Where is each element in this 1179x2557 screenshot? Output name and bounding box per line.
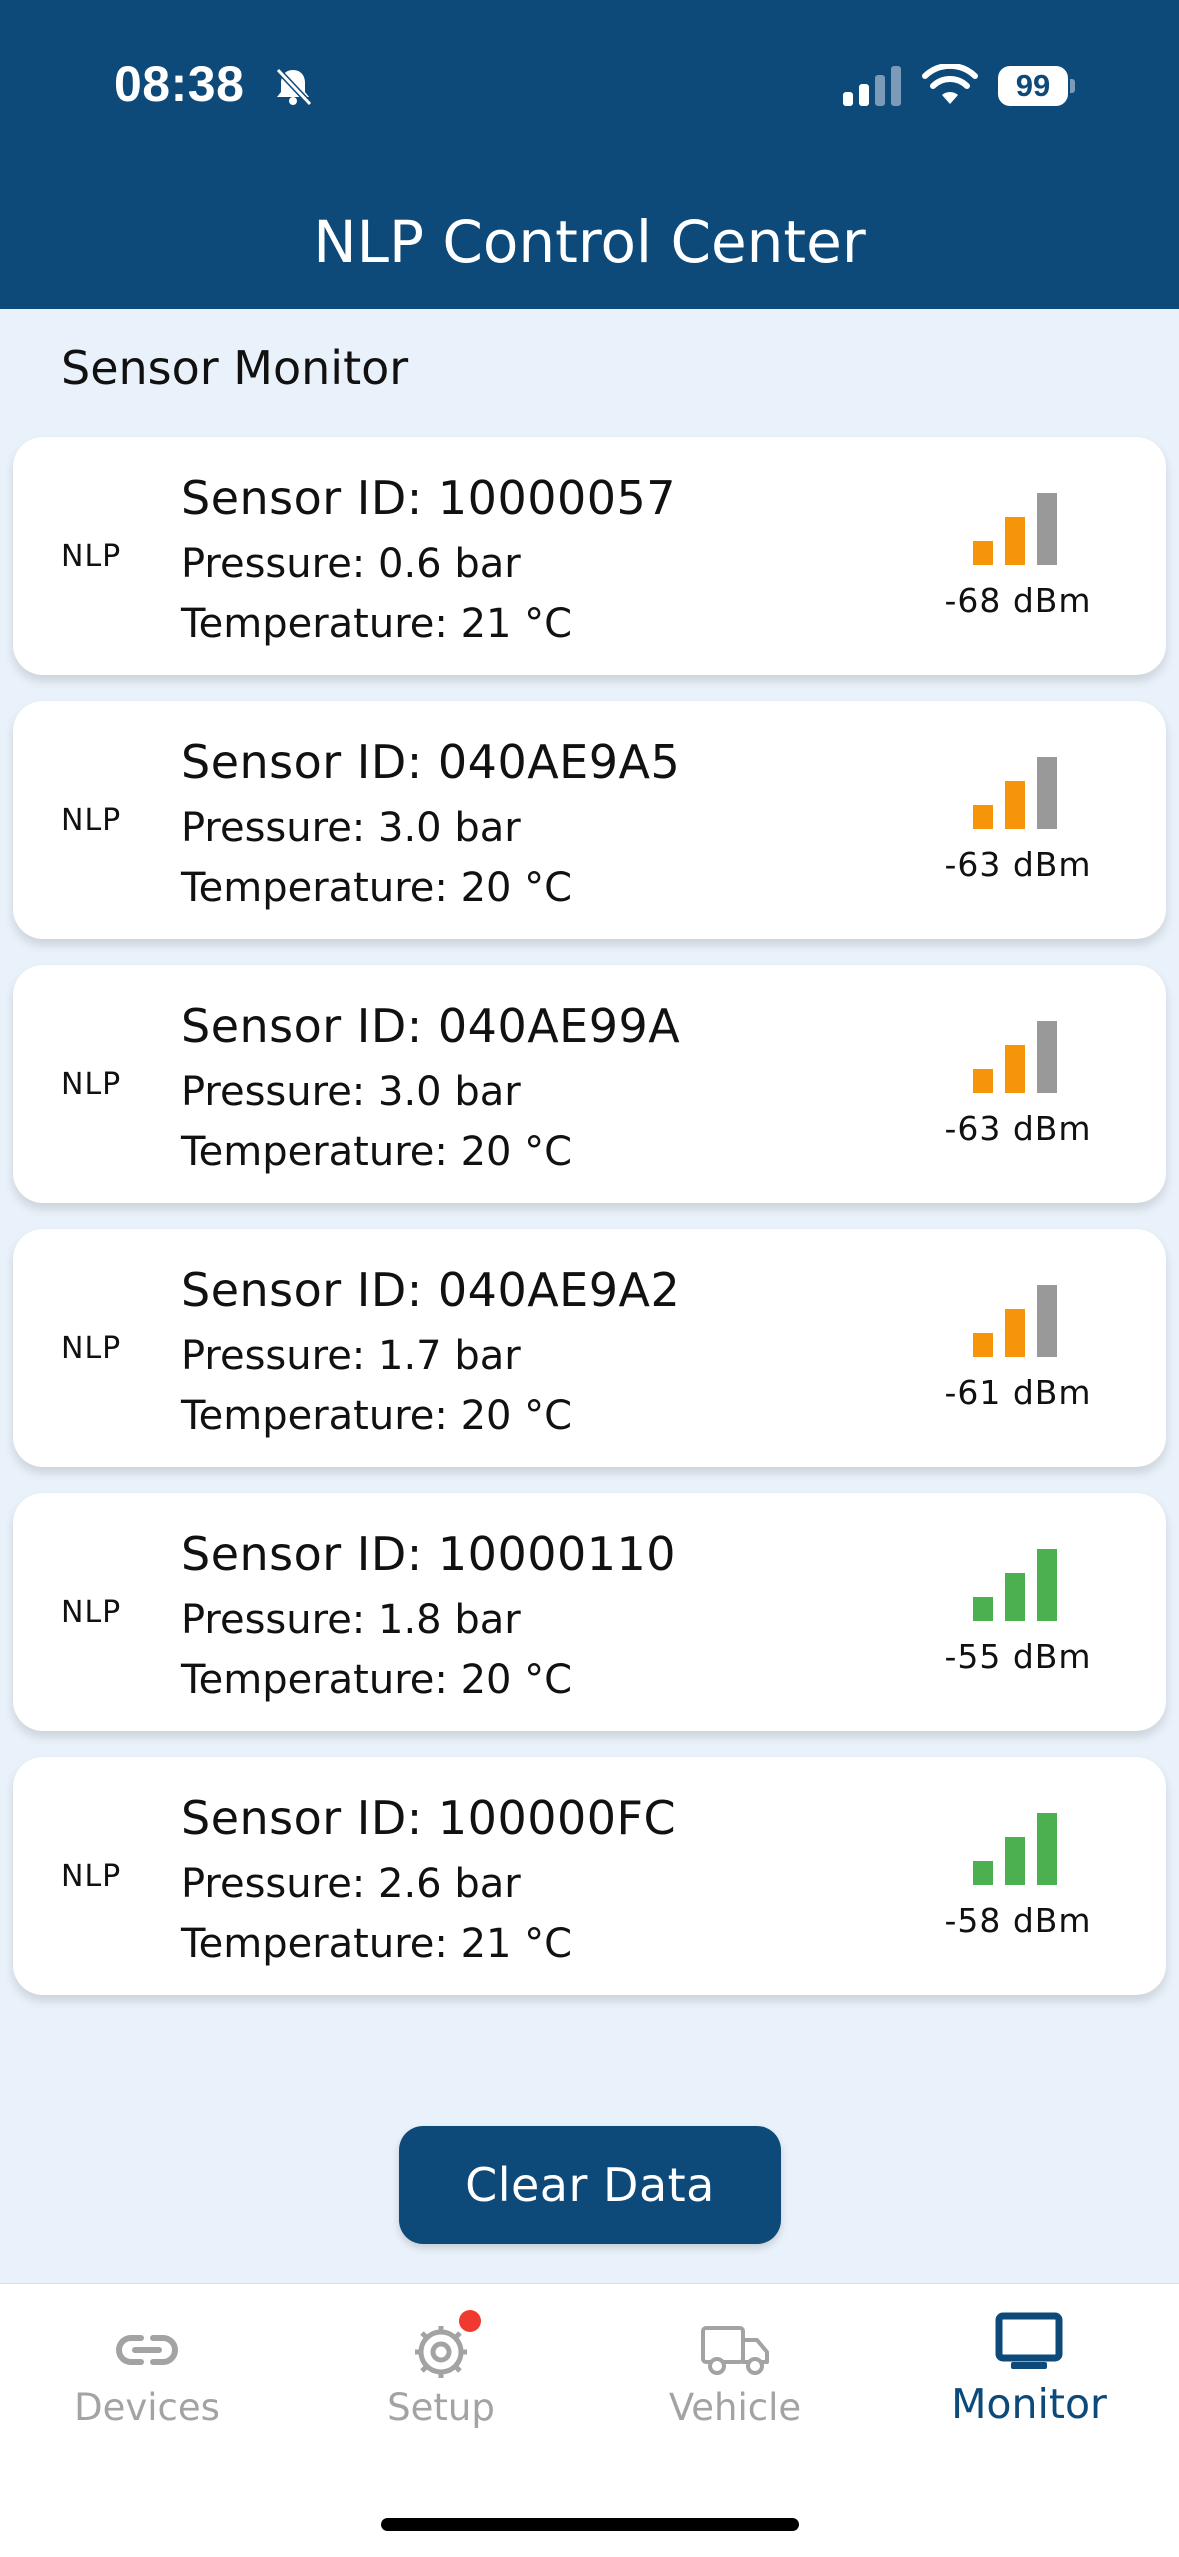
sensor-pressure: Pressure: 3.0 bar: [181, 1069, 521, 1115]
signal-bar: [1005, 517, 1025, 565]
sensor-card[interactable]: NLP Sensor ID: 040AE9A2 Pressure: 1.7 bar T…: [13, 1229, 1166, 1467]
sensor-card[interactable]: NLP Sensor ID: 040AE9A5 Pressure: 3.0 bar T…: [13, 701, 1166, 939]
sensor-temperature: Temperature: 20 °C: [181, 1129, 573, 1175]
section-title: Sensor Monitor: [61, 341, 409, 395]
tab-label: Devices: [74, 2386, 220, 2429]
link-icon: [116, 2335, 178, 2365]
monitor-icon: [995, 2312, 1063, 2369]
sensor-temperature: Temperature: 20 °C: [181, 1657, 573, 1703]
signal-bar: [1037, 757, 1057, 829]
signal-bar: [1005, 1837, 1025, 1885]
status-time: 08:38: [114, 56, 245, 112]
sensor-temperature: Temperature: 21 °C: [181, 1921, 573, 1967]
signal-bar: [1005, 1573, 1025, 1621]
home-indicator: [381, 2518, 799, 2531]
sensor-id: Sensor ID: 10000110: [181, 1527, 677, 1581]
bottom-tab-bar: Devices Setup Vehicle Monitor: [0, 2283, 1179, 2557]
signal-bars-icon: [973, 1813, 1057, 1885]
signal-strength: -68 dBm: [944, 581, 1092, 620]
sensor-card[interactable]: NLP Sensor ID: 10000057 Pressure: 0.6 bar T…: [13, 437, 1166, 675]
sensor-id: Sensor ID: 100000FC: [181, 1791, 677, 1845]
battery-level: 99: [998, 66, 1068, 106]
sensor-id: Sensor ID: 040AE9A2: [181, 1263, 681, 1317]
sensor-id: Sensor ID: 040AE9A5: [181, 735, 681, 789]
tab-devices[interactable]: Devices: [0, 2284, 294, 2484]
clear-data-button[interactable]: Clear Data: [399, 2126, 781, 2244]
battery-indicator: 99: [998, 66, 1075, 106]
signal-bar: [1005, 1045, 1025, 1093]
signal-bar: [1037, 1285, 1057, 1357]
tab-setup[interactable]: Setup: [294, 2284, 588, 2484]
signal-strength: -63 dBm: [944, 845, 1092, 884]
sensor-pressure: Pressure: 1.8 bar: [181, 1597, 521, 1643]
signal-bar: [1037, 1813, 1057, 1885]
tab-monitor[interactable]: Monitor: [882, 2284, 1176, 2484]
signal-bar: [1037, 1021, 1057, 1093]
signal-bar: [973, 1333, 993, 1357]
signal-bar: [973, 541, 993, 565]
sensor-card[interactable]: NLP Sensor ID: 100000FC Pressure: 2.6 bar T…: [13, 1757, 1166, 1995]
sensor-temperature: Temperature: 20 °C: [181, 865, 573, 911]
wifi-icon: [922, 64, 978, 104]
sensor-type-label: NLP: [61, 1595, 122, 1630]
tab-label: Setup: [387, 2386, 495, 2429]
signal-bar: [973, 1597, 993, 1621]
signal-strength: -58 dBm: [944, 1901, 1092, 1940]
battery-tip: [1070, 79, 1075, 93]
signal-bar: [973, 805, 993, 829]
sensor-pressure: Pressure: 0.6 bar: [181, 541, 521, 587]
sensor-temperature: Temperature: 21 °C: [181, 601, 573, 647]
sensor-type-label: NLP: [61, 539, 122, 574]
notification-dot: [459, 2310, 481, 2332]
signal-bar: [1037, 1549, 1057, 1621]
sensor-card[interactable]: NLP Sensor ID: 040AE99A Pressure: 3.0 bar T…: [13, 965, 1166, 1203]
app-title: NLP Control Center: [313, 208, 866, 276]
signal-bars-icon: [973, 1285, 1057, 1357]
sensor-type-label: NLP: [61, 1859, 122, 1894]
sensor-pressure: Pressure: 1.7 bar: [181, 1333, 521, 1379]
signal-bar: [1037, 493, 1057, 565]
signal-bar: [973, 1861, 993, 1885]
signal-bar: [973, 1069, 993, 1093]
cellular-signal-icon: [843, 66, 901, 106]
signal-bars-icon: [973, 493, 1057, 565]
signal-bar: [1005, 1309, 1025, 1357]
sensor-type-label: NLP: [61, 1331, 122, 1366]
sensor-card[interactable]: NLP Sensor ID: 10000110 Pressure: 1.8 bar T…: [13, 1493, 1166, 1731]
signal-bars-icon: [973, 1021, 1057, 1093]
signal-strength: -55 dBm: [944, 1637, 1092, 1676]
signal-strength: -61 dBm: [944, 1373, 1092, 1412]
signal-bar: [1005, 781, 1025, 829]
sensor-pressure: Pressure: 2.6 bar: [181, 1861, 521, 1907]
app-header: 08:38 99 NLP Control Center: [0, 0, 1179, 309]
tab-vehicle[interactable]: Vehicle: [588, 2284, 882, 2484]
signal-bars-icon: [973, 1549, 1057, 1621]
sensor-id: Sensor ID: 10000057: [181, 471, 677, 525]
truck-icon: [701, 2326, 769, 2375]
tab-label: Vehicle: [668, 2386, 802, 2429]
sensor-pressure: Pressure: 3.0 bar: [181, 805, 521, 851]
sensor-type-label: NLP: [61, 1067, 122, 1102]
silent-bell-icon: [275, 67, 313, 107]
sensor-id: Sensor ID: 040AE99A: [181, 999, 681, 1053]
sensor-type-label: NLP: [61, 803, 122, 838]
signal-bars-icon: [973, 757, 1057, 829]
sensor-temperature: Temperature: 20 °C: [181, 1393, 573, 1439]
tab-label: Monitor: [951, 2380, 1107, 2428]
signal-strength: -63 dBm: [944, 1109, 1092, 1148]
